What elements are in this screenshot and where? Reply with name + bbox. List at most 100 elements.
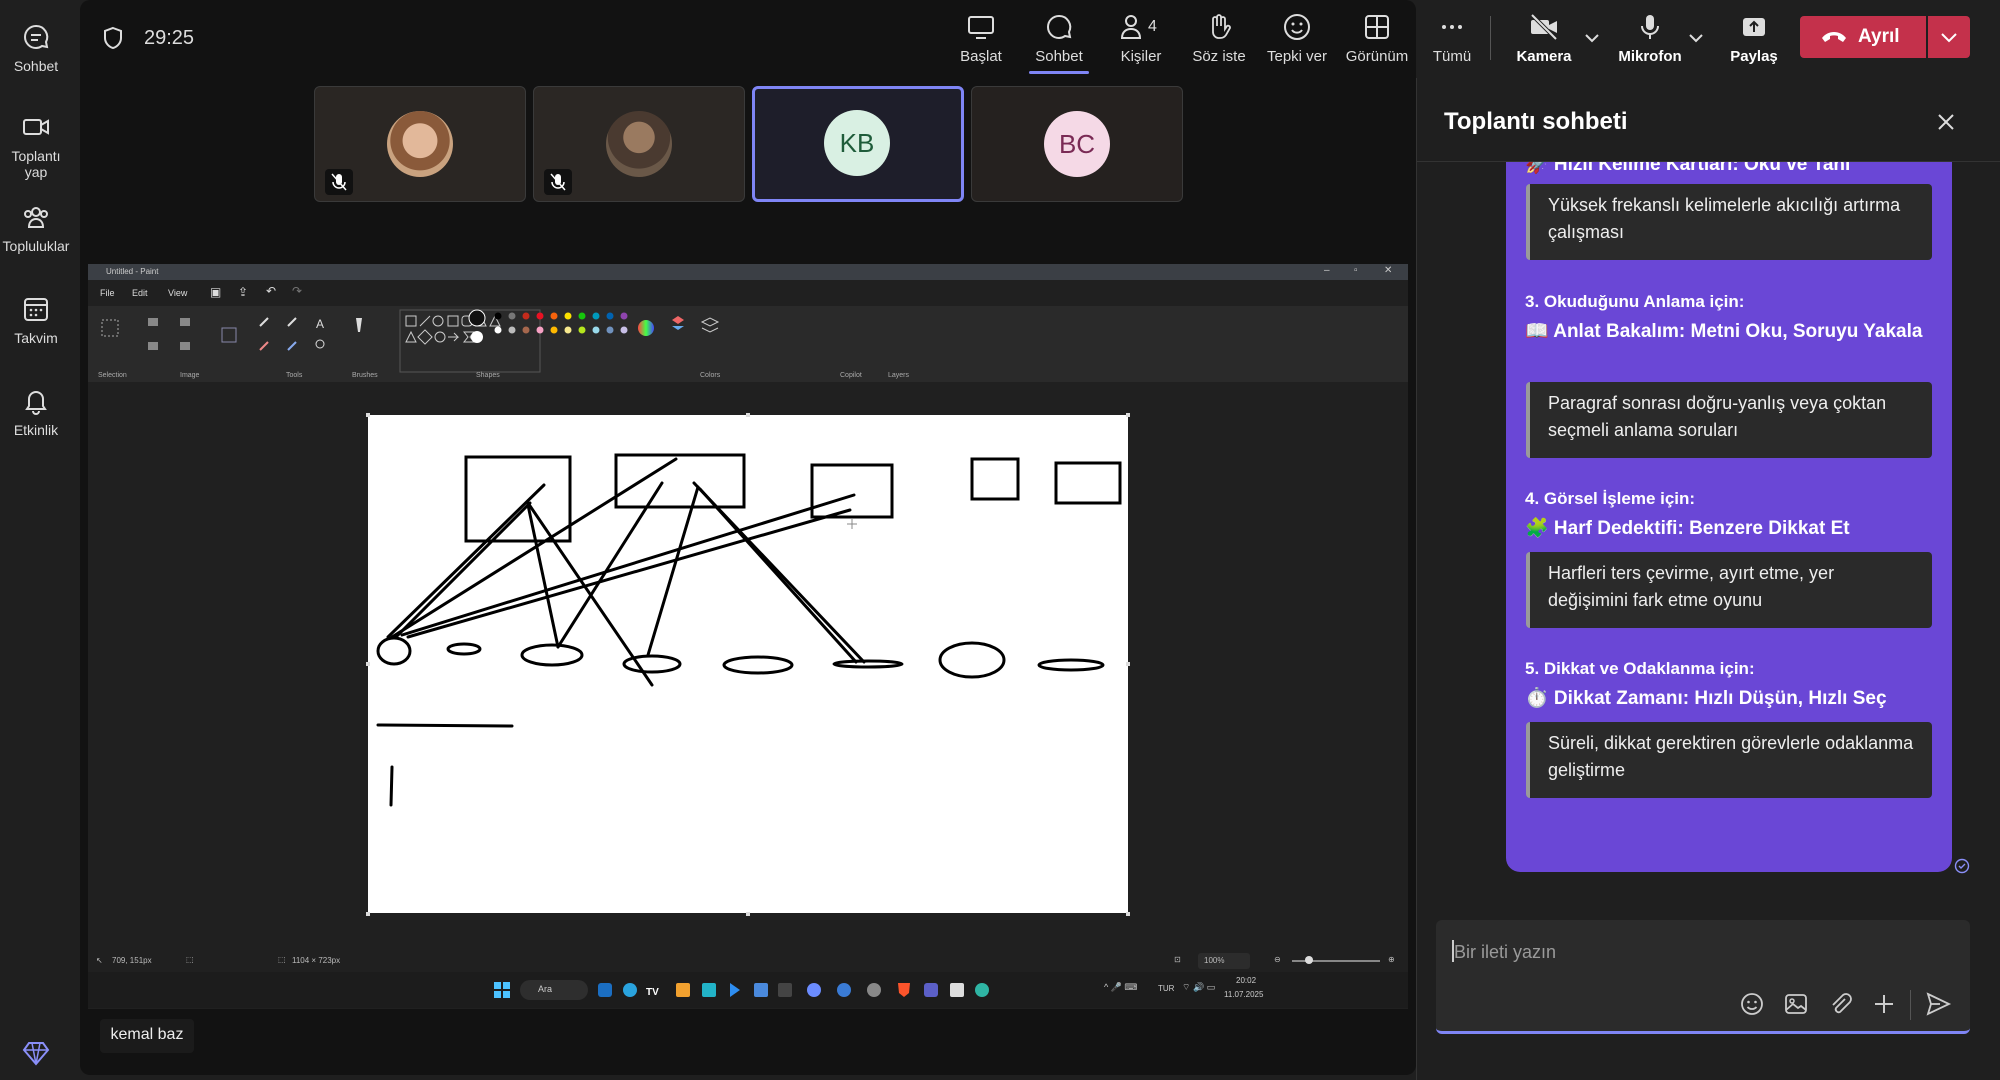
ribbon-group-label: Image	[180, 372, 200, 379]
drawn-rectangle	[1054, 461, 1122, 505]
ribbon-group-label: Colors	[700, 372, 721, 379]
drawn-rectangle	[614, 453, 746, 509]
participant-count: 4	[1148, 18, 1157, 35]
calendar-icon	[24, 298, 48, 321]
canvas-drawing	[376, 453, 1122, 807]
zoom-in-icon[interactable]: ⊕	[1388, 955, 1395, 964]
shield-icon	[104, 26, 122, 50]
tray-network-icons: ⌔ 🔊 ▭	[1182, 982, 1216, 992]
rail-item-activity[interactable]: Etkinlik	[0, 386, 72, 438]
close-icon[interactable]	[1936, 112, 1956, 132]
canvas-size-icon: ⬚	[278, 955, 286, 964]
rail-item-calendar[interactable]: Takvim	[0, 294, 72, 346]
rail-item-chat[interactable]: Sohbet	[0, 22, 72, 74]
canvas-handle[interactable]	[366, 662, 370, 666]
canvas-handle[interactable]	[366, 912, 370, 916]
share-icon[interactable]: ⇪	[238, 285, 248, 299]
avatar	[606, 111, 672, 177]
canvas-handle[interactable]	[746, 912, 750, 916]
plus-icon[interactable]	[1870, 990, 1898, 1018]
mic-off-icon	[331, 173, 347, 191]
participant-tile-active[interactable]: KB	[752, 86, 964, 202]
diamond-icon[interactable]	[22, 1040, 50, 1066]
image-icon[interactable]	[1782, 990, 1810, 1018]
ribbon-group-label: Copilot	[840, 372, 862, 379]
share-button[interactable]: Paylaş	[1714, 12, 1794, 65]
grid-icon	[1365, 15, 1389, 39]
mic-button[interactable]: Mikrofon	[1604, 12, 1696, 65]
rail-item-meet[interactable]: Toplantı yap	[0, 112, 72, 180]
paint-titlebar: Untitled - Paint – ▫ ✕	[88, 264, 1408, 280]
canvas-handle[interactable]	[366, 413, 370, 417]
presenter-name: kemal baz	[110, 1026, 184, 1043]
read-receipt-icon	[1954, 858, 1970, 874]
participant-tile[interactable]	[533, 86, 745, 202]
section-title: ⏱️ Dikkat Zamanı: Hızlı Düşün, Hızlı Seç	[1525, 688, 1887, 709]
attach-icon[interactable]	[1826, 990, 1854, 1018]
camera-off-icon	[1530, 13, 1558, 41]
leave-label: Ayrıl	[1858, 26, 1900, 47]
more-button[interactable]: Tümü	[1422, 12, 1482, 65]
canvas-handle[interactable]	[1126, 413, 1130, 417]
video-icon	[23, 119, 49, 135]
zoom-out-icon[interactable]: ⊖	[1274, 955, 1281, 964]
raise-hand-button[interactable]: Söz iste	[1180, 12, 1258, 65]
drawn-ellipse	[722, 655, 794, 675]
start-label: Başlat	[960, 48, 1002, 65]
message-quote-card: Paragraf sonrası doğru-yanlış veya çokta…	[1526, 382, 1932, 458]
camera-options-chevron-icon[interactable]	[1584, 32, 1600, 44]
maximize-icon[interactable]: ▫	[1354, 265, 1358, 276]
camera-button[interactable]: Kamera	[1504, 12, 1584, 65]
chat-icon	[24, 24, 49, 50]
canvas-handle[interactable]	[1126, 912, 1130, 916]
rail-item-communities[interactable]: Topluluklar	[0, 202, 72, 254]
menu-view[interactable]: View	[168, 288, 187, 298]
send-icon[interactable]	[1924, 990, 1952, 1018]
partial-message-top: 🚀 Hızlı Kelime Kartları: Oku ve Tanı	[1506, 162, 1952, 182]
rail-label: Toplantı yap	[11, 148, 61, 180]
zoom-select[interactable]: 100%	[1198, 953, 1250, 969]
partial-heading: 🚀 Hızlı Kelime Kartları: Oku ve Tanı	[1525, 162, 1851, 175]
rail-label: Sohbet	[13, 58, 59, 74]
compose-divider	[1910, 990, 1911, 1020]
tray-icons: ^ 🎤 ⌨	[1104, 982, 1138, 992]
save-icon[interactable]: ▣	[210, 285, 221, 299]
fit-icon[interactable]: ⊡	[1174, 955, 1181, 964]
redo-icon[interactable]: ↷	[292, 284, 302, 298]
rail-label: Etkinlik	[13, 422, 59, 438]
section-title: 📖 Anlat Bakalım: Metni Oku, Soruyu Yakal…	[1525, 321, 1923, 342]
minimize-icon[interactable]: –	[1324, 265, 1330, 276]
message-quote-card: Harfleri ters çevirme, ayırt etme, yer d…	[1526, 552, 1932, 628]
section-heading: 5. Dikkat ve Odaklanma için:	[1525, 659, 1755, 678]
canvas-handle[interactable]	[746, 413, 750, 417]
participant-tile[interactable]: BC	[971, 86, 1183, 202]
chat-button[interactable]: Sohbet	[1022, 12, 1096, 74]
chevron-down-icon	[1941, 33, 1957, 43]
mic-options-chevron-icon[interactable]	[1688, 32, 1704, 44]
menu-edit[interactable]: Edit	[132, 288, 148, 298]
react-button[interactable]: Tepki ver	[1258, 12, 1336, 65]
view-button[interactable]: Görünüm	[1336, 12, 1418, 65]
meeting-toolbar: 29:25 Başlat Sohbet 4 Kişiler Söz iste T…	[80, 0, 2000, 78]
people-button[interactable]: 4 Kişiler	[1104, 12, 1178, 65]
canvas-handle[interactable]	[1126, 662, 1130, 666]
drawn-ellipse	[520, 643, 584, 667]
paint-canvas[interactable]	[368, 415, 1128, 913]
zoom-slider-thumb[interactable]	[1305, 956, 1313, 964]
chat-header: Toplantı sohbeti	[1416, 78, 2000, 162]
screen-icon	[968, 16, 994, 39]
leave-options-button[interactable]	[1928, 16, 1970, 58]
card-text: Paragraf sonrası doğru-yanlış veya çokta…	[1548, 393, 1887, 440]
mic-icon	[1641, 15, 1659, 39]
paint-statusbar: ↖ 709, 151px ⬚ ⬚ 1104 × 723px ⊡ 100% ⊖ ⊕	[88, 950, 1408, 972]
close-icon[interactable]: ✕	[1384, 265, 1392, 276]
participant-tile[interactable]	[314, 86, 526, 202]
emoji-icon[interactable]	[1738, 990, 1766, 1018]
section-heading: 3. Okuduğunu Anlama için:	[1525, 292, 1745, 311]
ribbon-group-label: Layers	[888, 372, 910, 379]
tray-time: 20:02	[1236, 976, 1257, 985]
undo-icon[interactable]: ↶	[266, 284, 276, 298]
leave-button[interactable]: Ayrıl	[1800, 16, 1926, 58]
start-button[interactable]: Başlat	[942, 12, 1020, 65]
menu-file[interactable]: File	[100, 288, 115, 298]
